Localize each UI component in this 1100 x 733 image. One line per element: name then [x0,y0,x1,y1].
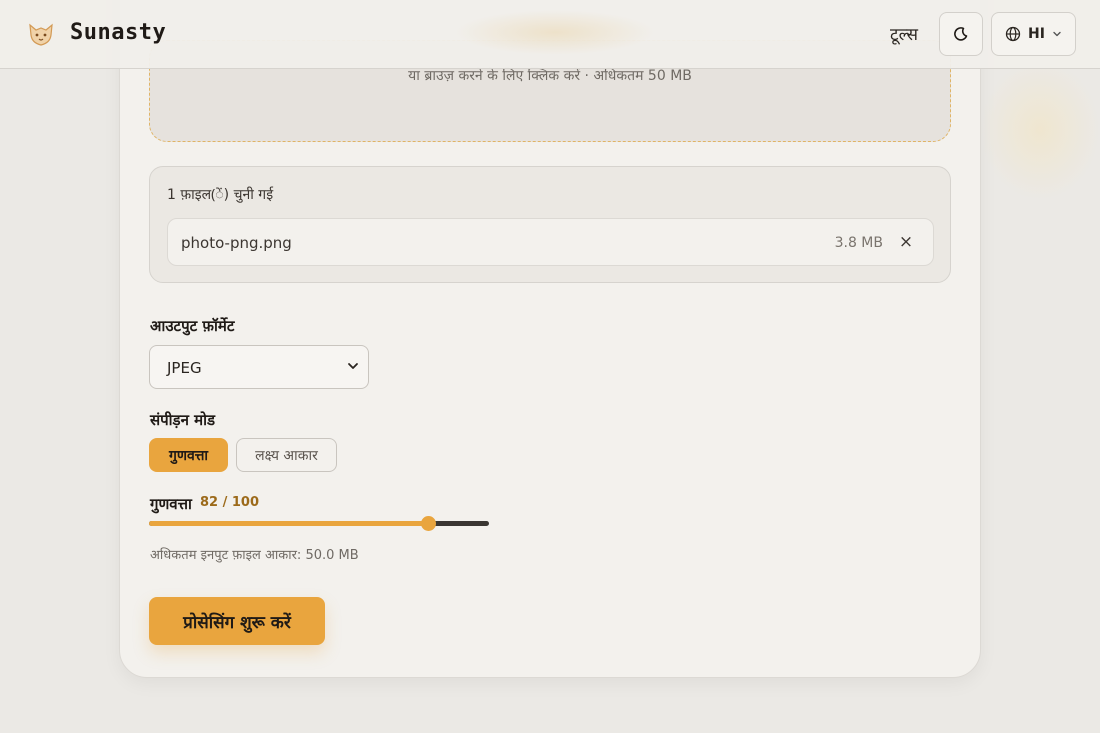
file-size: 3.8 MB [834,235,883,251]
start-processing-button[interactable]: प्रोसेसिंग शुरू करें [149,597,325,645]
quality-value: 82 / 100 [200,495,260,510]
chevron-down-icon [1053,31,1061,37]
theme-toggle-button[interactable] [939,12,983,56]
slider-thumb[interactable] [420,516,436,531]
quality-slider[interactable] [149,515,489,533]
top-header: Sunasty टूल्स HI [0,0,1100,69]
compression-mode-label: संपीड़न मोड [150,411,215,429]
moon-icon [954,27,968,41]
nav-tools-link[interactable]: टूल्स [890,22,918,45]
globe-icon [1005,26,1021,42]
section-heading-cutoff [140,722,154,733]
output-format-label: आउटपुट फ़ॉर्मेट [150,317,235,335]
max-input-size-note: अधिकतम इनपुट फ़ाइल आकार: 50.0 MB [150,548,359,563]
file-name: photo-png.png [181,234,292,252]
files-count-label: 1 फ़ाइल(ें) चुनी गई [167,187,274,203]
chevron-down-icon [348,363,358,369]
language-switcher[interactable]: HI [991,12,1076,56]
mode-target-size-button[interactable]: लक्ष्य आकार [236,438,337,472]
language-code: HI [1028,26,1045,42]
file-item: photo-png.png 3.8 MB × [167,218,934,266]
selected-files-panel: 1 फ़ाइल(ें) चुनी गई photo-png.png 3.8 MB… [149,166,951,283]
output-format-select[interactable]: JPEG [149,345,369,389]
slider-fill [149,521,428,526]
close-icon[interactable]: × [897,232,915,252]
mode-quality-button[interactable]: गुणवत्ता [149,438,228,472]
output-format-value: JPEG [167,359,202,377]
quality-label: गुणवत्ता [150,495,192,513]
fox-logo-icon[interactable] [26,19,56,49]
brand-name[interactable]: Sunasty [70,20,166,45]
background-glow [980,60,1100,200]
header-decoration [455,10,655,55]
